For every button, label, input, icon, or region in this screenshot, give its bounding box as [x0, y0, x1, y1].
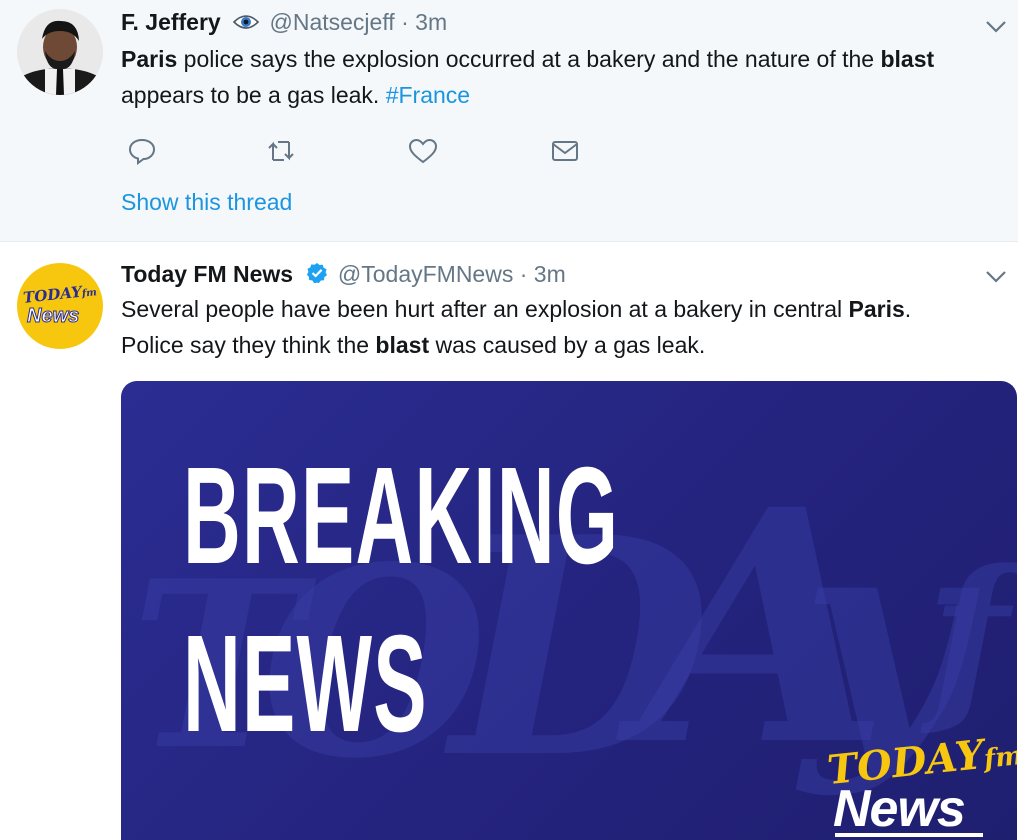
text-segment: police says the explosion occurred at a … [177, 46, 881, 72]
timestamp[interactable]: 3m [534, 261, 566, 287]
brand-logo-news: News [833, 780, 966, 838]
bold-term[interactable]: Paris [121, 46, 177, 72]
avatar[interactable] [17, 9, 103, 95]
avatar-brand-suffix: fm [81, 287, 98, 300]
separator: · [401, 9, 409, 35]
bold-term[interactable]: Paris [849, 296, 905, 322]
show-thread-link[interactable]: Show this thread [121, 189, 292, 216]
eye-icon [232, 10, 260, 37]
tweet-header: Today FM News @TodayFMNews · 3m [121, 261, 566, 290]
text-segment: Several people have been hurt after an e… [121, 296, 849, 322]
chevron-down-icon[interactable] [982, 12, 1010, 40]
author-handle[interactable]: @TodayFMNews [338, 261, 513, 287]
tweet-text: Paris police says the explosion occurred… [121, 41, 1001, 113]
text-segment: . [904, 296, 912, 322]
tweet-text: Several people have been hurt after an e… [121, 291, 1001, 363]
tweet-actions [121, 134, 601, 168]
logo-underline [835, 833, 983, 837]
avatar-brand-news: News [26, 305, 80, 328]
hashtag-link[interactable]: #France [386, 82, 470, 108]
tweet-text-line: Police say they think the blast was caus… [121, 327, 1001, 363]
separator: · [519, 261, 528, 287]
news-headline: NEWS [183, 607, 428, 761]
breaking-headline: BREAKING [183, 439, 620, 593]
avatar-brand-text: TODAY [22, 282, 83, 307]
author-name[interactable]: Today FM News [121, 261, 293, 287]
like-heart-icon[interactable] [406, 134, 440, 168]
timestamp[interactable]: 3m [415, 9, 447, 35]
author-name[interactable]: F. Jeffery [121, 9, 221, 35]
chevron-down-icon[interactable] [982, 262, 1010, 290]
tweet-media-image[interactable]: T O D A y f BREAKING NEWS TODAYfm News [121, 381, 1017, 840]
watermark-letter: f [931, 531, 1009, 742]
author-handle[interactable]: @Natsecjeff [270, 9, 395, 35]
text-segment: was caused by a gas leak. [429, 332, 706, 358]
tweet-text-line: Several people have been hurt after an e… [121, 291, 1001, 327]
bold-term[interactable]: blast [375, 332, 429, 358]
avatar[interactable]: TODAYfm News [17, 263, 103, 349]
logo-suffix: fm [982, 740, 1017, 775]
reply-icon[interactable] [125, 134, 159, 168]
retweet-icon[interactable] [264, 134, 298, 168]
direct-message-icon[interactable] [548, 134, 582, 168]
bold-term[interactable]: blast [880, 46, 934, 72]
text-segment: Police say they think the [121, 332, 376, 358]
text-segment: appears to be a gas leak. [121, 82, 386, 108]
tweet[interactable]: F. Jeffery @Natsecjeff · 3m Paris police… [0, 0, 1018, 242]
tweet-header: F. Jeffery @Natsecjeff · 3m [121, 9, 447, 37]
verified-badge-icon [306, 262, 328, 290]
